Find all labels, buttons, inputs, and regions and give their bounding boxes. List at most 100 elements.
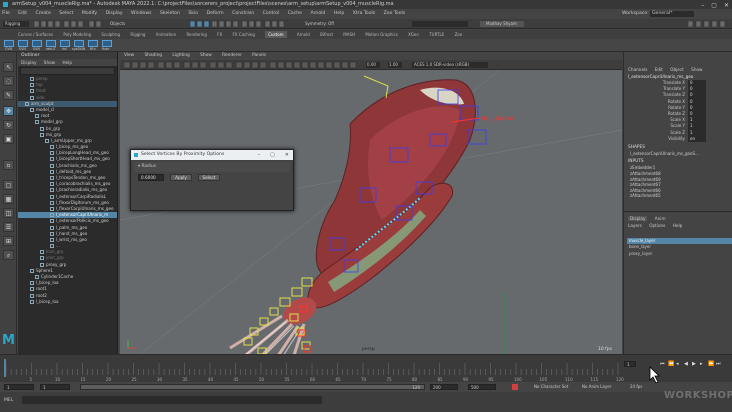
auto-key-icon[interactable] xyxy=(512,384,518,390)
outliner-menu-show[interactable]: Show xyxy=(44,60,55,65)
end-frame-field[interactable]: 500 xyxy=(468,384,496,390)
display-layer-row[interactable]: proxy_layer xyxy=(627,251,732,257)
menu-skeleton[interactable]: Skeleton xyxy=(160,11,180,16)
outliner-menu-display[interactable]: Display xyxy=(21,60,36,65)
viewport-menu-shading[interactable]: Shading xyxy=(145,53,162,58)
menu-file[interactable]: File xyxy=(2,11,10,16)
select-tool-icon[interactable]: ↖ xyxy=(3,62,14,72)
shelf-button-rbf[interactable] xyxy=(60,40,70,47)
menu-edit[interactable]: Edit xyxy=(18,11,27,16)
move-tool-icon[interactable]: ✥ xyxy=(3,106,14,116)
character-set-select[interactable]: No Character Set xyxy=(534,384,568,389)
menu-display[interactable]: Display xyxy=(106,11,123,16)
object-menu[interactable]: Object xyxy=(670,67,684,72)
current-frame-field[interactable]: 1 xyxy=(624,361,636,367)
step-forward-frame-icon[interactable]: ▸ xyxy=(700,361,705,367)
channels-menu[interactable]: Channels xyxy=(628,67,647,72)
paint-select-tool-icon[interactable]: ✎ xyxy=(3,90,14,100)
viewport-toolbar-icons[interactable] xyxy=(124,60,364,70)
step-back-frame-icon[interactable]: ◂ xyxy=(676,361,681,367)
shelf-tab-fx-caching[interactable]: FX Caching xyxy=(232,32,254,37)
select-button[interactable]: Select xyxy=(198,174,220,181)
shelf-tab-motion-graphics[interactable]: Motion Graphics xyxy=(365,32,398,37)
outliner-menu-help[interactable]: Help xyxy=(62,60,72,65)
rotate-tool-icon[interactable]: ↻ xyxy=(3,120,14,130)
tab-anim[interactable]: Anim xyxy=(655,216,666,221)
play-forward-icon[interactable]: ▶ xyxy=(692,361,697,367)
shelf-tab-poly-modeling[interactable]: Poly Modeling xyxy=(63,32,91,37)
viewport-scene[interactable]: Rc_L_UpCurl persp 10 fps xyxy=(120,70,622,354)
time-slider[interactable]: 5 10 15 20 25 30 35 40 45 50 55 60 65 70 75 80 85 90 95 100… xyxy=(0,354,732,382)
scale-tool-icon[interactable]: ▣ xyxy=(3,134,14,144)
dialog-close-button[interactable]: ✕ xyxy=(285,150,289,160)
shelf-button-cvn[interactable] xyxy=(4,40,14,47)
shelf-tab-mash[interactable]: MASH xyxy=(343,32,355,37)
start-frame-field[interactable]: 1 xyxy=(4,384,34,390)
snap-toolbar[interactable] xyxy=(190,21,300,27)
menu-xtra-tools[interactable]: Xtra Tools xyxy=(353,11,375,16)
menu-windows[interactable]: Windows xyxy=(131,11,152,16)
range-bar[interactable]: 120 xyxy=(80,384,425,390)
viewport-menu-lighting[interactable]: Lighting xyxy=(172,53,189,58)
panel-toggle-icons[interactable] xyxy=(688,21,728,27)
outliner-search-input[interactable] xyxy=(20,67,115,75)
step-forward-icon[interactable]: ⏩ xyxy=(708,361,714,367)
shelf-button-trn[interactable] xyxy=(88,40,98,47)
menu-control[interactable]: Control xyxy=(263,11,280,16)
colorspace-select[interactable]: ACES 1.0 SDR-video (sRGB) xyxy=(412,62,488,68)
attribute-row[interactable]: Visibility on xyxy=(624,135,732,142)
options-menu[interactable]: Options xyxy=(649,223,665,228)
edit-menu[interactable]: Edit xyxy=(655,67,663,72)
shelf-tab-arnold[interactable]: Arnold xyxy=(297,32,310,37)
quick-select-field[interactable] xyxy=(412,21,468,27)
apply-button[interactable]: Apply xyxy=(170,174,192,181)
dialog-maximize-button[interactable]: ▢ xyxy=(270,150,275,160)
objects-mode-label[interactable]: Objects xyxy=(110,21,125,26)
shelf-tab-bifrost[interactable]: Bifrost xyxy=(320,32,333,37)
shelf-tab-custom[interactable]: Custom xyxy=(265,31,287,38)
menu-help[interactable]: Help xyxy=(334,11,344,16)
script-language-label[interactable]: MEL xyxy=(4,398,13,403)
playback-start-field[interactable]: 1 xyxy=(40,384,70,390)
shelf-tab-rigging[interactable]: Rigging xyxy=(130,32,145,37)
gamma-field[interactable]: 1.00 xyxy=(388,62,402,68)
menu-create[interactable]: Create xyxy=(36,11,51,16)
single-view-layout-icon[interactable]: ▢ xyxy=(3,180,14,190)
current-time-marker[interactable] xyxy=(4,359,6,377)
four-view-layout-icon[interactable]: ▦ xyxy=(3,194,14,204)
search-icon[interactable]: ⌕ xyxy=(3,250,14,260)
last-tool-icon[interactable]: ▫ xyxy=(3,160,14,170)
anim-layer-select[interactable]: No Anim Layer xyxy=(582,384,611,389)
shelf-button-rebut[interactable] xyxy=(46,40,56,47)
shelf-button-sysskin[interactable] xyxy=(74,40,84,47)
radius-input[interactable] xyxy=(138,174,164,181)
input-node[interactable]: zAttachment65 xyxy=(624,193,732,199)
exposure-field[interactable]: 0.00 xyxy=(366,62,380,68)
layers-menu[interactable]: Layers xyxy=(628,223,642,228)
outliner-layout-icon[interactable]: ☰ xyxy=(3,222,14,232)
attribute-value[interactable]: on xyxy=(688,135,706,142)
shelf-tab-animation[interactable]: Animation xyxy=(156,32,176,37)
shelf-tab-curves-surfaces[interactable]: Curves / Surfaces xyxy=(18,32,53,37)
menu-constrain[interactable]: Constrain xyxy=(232,11,254,16)
playback-end-field[interactable]: 200 xyxy=(430,384,458,390)
shelf-button-svn-2[interactable] xyxy=(32,40,42,47)
shape-node[interactable]: l_extensorCapriUlnaris_ms_geoS... xyxy=(624,151,732,157)
lasso-tool-icon[interactable]: ◌ xyxy=(3,76,14,86)
show-menu[interactable]: Show xyxy=(691,67,702,72)
viewport-menu-panels[interactable]: Panels xyxy=(252,53,266,58)
symmetry-label[interactable]: Symmetry: Off xyxy=(305,21,334,26)
menu-deform[interactable]: Deform xyxy=(207,11,224,16)
shelf-tab-fx[interactable]: FX xyxy=(217,32,222,37)
shelf-button-svn[interactable] xyxy=(18,40,28,47)
menu-skin[interactable]: Skin xyxy=(188,11,198,16)
shelf-tab-turtle[interactable]: TURTLE xyxy=(429,32,444,37)
fps-select[interactable]: 24 fps xyxy=(630,384,642,389)
graph-layout-icon[interactable]: ⊞ xyxy=(3,236,14,246)
shelf-button-fixer[interactable] xyxy=(102,40,112,47)
menu-cache[interactable]: Cache xyxy=(288,11,302,16)
outliner-row[interactable]: l_bicep_loa xyxy=(18,299,117,305)
user-account-button[interactable]: Madhav Shyam xyxy=(480,21,524,27)
shelf-tab-xgen[interactable]: XGen xyxy=(408,32,419,37)
dialog-title-bar[interactable]: Select Vertices By Proximity Options – ▢… xyxy=(131,150,293,160)
